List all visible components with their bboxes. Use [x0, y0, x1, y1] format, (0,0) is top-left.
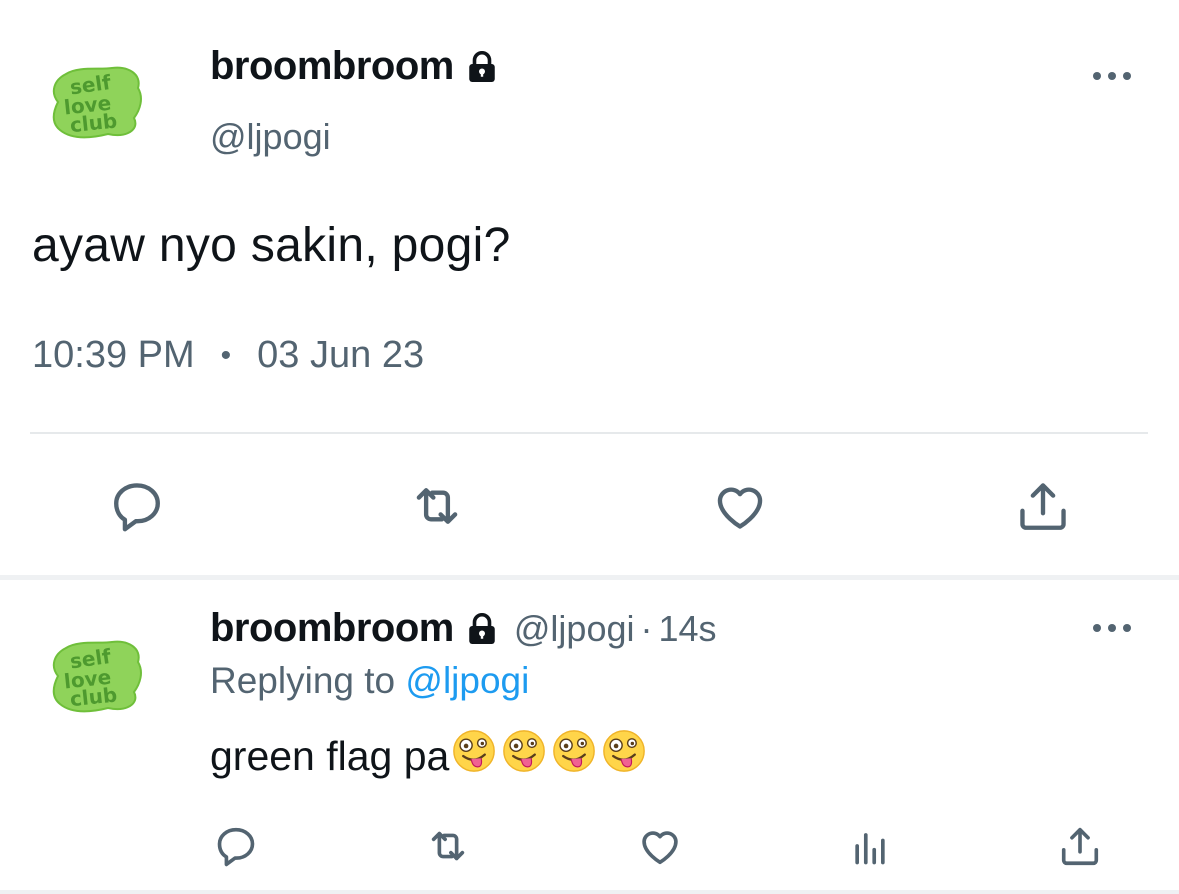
like-button[interactable]: [705, 474, 775, 538]
emoji-row: [451, 728, 651, 784]
reply-button[interactable]: [208, 820, 264, 872]
avatar[interactable]: self love club: [48, 636, 148, 716]
zany-face-emoji: [601, 728, 647, 784]
views-button[interactable]: [842, 820, 898, 872]
tweet-thread-view: self love club broombroom @ljpogi ayaw n…: [0, 0, 1179, 894]
zany-face-emoji: [551, 728, 597, 784]
relative-time[interactable]: 14s: [658, 608, 716, 650]
replying-to-link[interactable]: @ljpogi: [405, 660, 529, 701]
tweet-text: green flag pa: [210, 728, 651, 784]
replying-to-line: Replying to @ljpogi: [210, 660, 529, 702]
tweet-timestamp: 10:39 PM • 03 Jun 23: [32, 334, 424, 377]
display-name-text: broombroom: [210, 44, 454, 88]
tweet-date: 03 Jun 23: [257, 334, 425, 376]
replying-to-label: Replying to: [210, 660, 396, 701]
reply-icon: [114, 483, 160, 532]
retweet-icon: [416, 488, 458, 524]
reply-icon: [217, 827, 255, 867]
share-icon: [1020, 483, 1066, 530]
self-love-club-logo: self love club: [52, 640, 142, 713]
author-handle[interactable]: @ljpogi: [210, 116, 331, 158]
zany-face-emoji: [451, 728, 497, 784]
more-options-icon[interactable]: [1082, 56, 1142, 96]
author-display-name[interactable]: broombroom: [210, 44, 500, 89]
avatar[interactable]: self love club: [48, 62, 148, 142]
like-button[interactable]: [632, 820, 688, 872]
lock-icon: [464, 611, 500, 647]
self-love-club-logo: self love club: [52, 66, 142, 139]
svg-text:club: club: [69, 108, 119, 137]
views-chart-icon: [855, 833, 885, 865]
author-handle[interactable]: @ljpogi: [514, 608, 635, 650]
reply-button[interactable]: [102, 474, 172, 538]
display-name-text: broombroom: [210, 606, 454, 650]
share-icon: [1061, 827, 1099, 866]
bottom-divider: [0, 890, 1179, 894]
meta-separator: ·: [640, 607, 653, 649]
heart-icon: [642, 831, 678, 865]
section-divider: [0, 575, 1179, 580]
share-button[interactable]: [1008, 474, 1078, 538]
reply-text-content: green flag pa: [210, 732, 450, 779]
retweet-button[interactable]: [420, 820, 476, 872]
more-options-icon[interactable]: [1082, 608, 1142, 648]
heart-icon: [717, 487, 763, 529]
reply-header: broombroom @ljpogi · 14s: [210, 606, 717, 651]
divider: [30, 432, 1148, 434]
lock-icon: [464, 49, 500, 85]
tweet-text: ayaw nyo sakin, pogi?: [32, 219, 511, 272]
retweet-icon: [431, 831, 465, 861]
retweet-button[interactable]: [402, 474, 472, 538]
author-display-name[interactable]: broombroom: [210, 606, 500, 651]
zany-face-emoji: [501, 728, 547, 784]
share-button[interactable]: [1052, 820, 1108, 872]
tweet-time: 10:39 PM: [32, 334, 195, 376]
svg-text:club: club: [69, 682, 119, 711]
meta-separator: •: [220, 338, 232, 372]
